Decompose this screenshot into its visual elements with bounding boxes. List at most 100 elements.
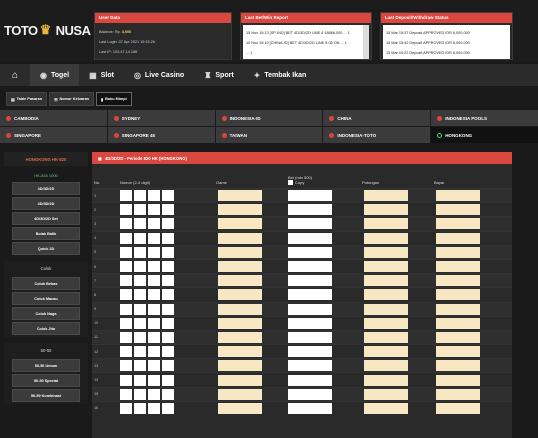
digit-input[interactable] <box>134 402 146 414</box>
digit-input[interactable] <box>162 402 174 414</box>
digit-input[interactable] <box>148 275 160 287</box>
game-button[interactable]: 50-50 Special <box>12 374 80 387</box>
digit-input[interactable] <box>162 388 174 400</box>
digit-input[interactable] <box>134 218 146 230</box>
nav-item-sport[interactable]: ♜ Sport <box>194 64 243 86</box>
digit-input[interactable] <box>120 204 132 216</box>
digit-input[interactable] <box>120 388 132 400</box>
digit-input[interactable] <box>148 303 160 315</box>
digit-input[interactable] <box>134 331 146 343</box>
digit-input[interactable] <box>148 218 160 230</box>
market-tab[interactable]: HONGKONG <box>431 127 538 143</box>
digit-input[interactable] <box>120 246 132 258</box>
game-button[interactable]: 50-50 Umum <box>12 359 80 372</box>
bet-input[interactable] <box>288 402 332 414</box>
digit-input[interactable] <box>120 374 132 386</box>
digit-input[interactable] <box>134 289 146 301</box>
digit-input[interactable] <box>148 346 160 358</box>
digit-input[interactable] <box>120 360 132 372</box>
bet-input[interactable] <box>288 204 332 216</box>
tab-table-pasaran[interactable]: ▤ Table Pasaran <box>6 92 48 106</box>
copy-toggle[interactable]: Copy <box>286 180 360 185</box>
digit-input[interactable] <box>162 275 174 287</box>
digit-input[interactable] <box>148 246 160 258</box>
market-tab[interactable]: TAIWAN <box>215 127 323 143</box>
digit-input[interactable] <box>162 303 174 315</box>
nav-item-togel[interactable]: ◉ Togel <box>30 64 80 86</box>
digit-input[interactable] <box>120 346 132 358</box>
digit-input[interactable] <box>120 275 132 287</box>
digit-input[interactable] <box>134 190 146 202</box>
game-button[interactable]: Colok Jitu <box>12 322 80 335</box>
digit-input[interactable] <box>120 261 132 273</box>
bet-input[interactable] <box>288 360 332 372</box>
bet-input[interactable] <box>288 275 332 287</box>
game-button[interactable]: Quick 2D <box>12 242 80 255</box>
bet-input[interactable] <box>288 346 332 358</box>
nav-item-tembak-ikan[interactable]: ✦ Tembak Ikan <box>244 64 317 86</box>
digit-input[interactable] <box>148 331 160 343</box>
digit-input[interactable] <box>120 317 132 329</box>
digit-input[interactable] <box>134 246 146 258</box>
digit-input[interactable] <box>162 232 174 244</box>
digit-input[interactable] <box>148 402 160 414</box>
bet-input[interactable] <box>288 289 332 301</box>
digit-input[interactable] <box>120 402 132 414</box>
digit-input[interactable] <box>148 360 160 372</box>
market-tab[interactable]: SYDNEY <box>107 110 215 126</box>
digit-input[interactable] <box>162 317 174 329</box>
game-button[interactable]: Bolak Balik <box>12 227 80 240</box>
digit-input[interactable] <box>120 303 132 315</box>
digit-input[interactable] <box>120 218 132 230</box>
bet-input[interactable] <box>288 261 332 273</box>
game-button[interactable]: Colok Macau <box>12 292 80 305</box>
digit-input[interactable] <box>148 374 160 386</box>
home-icon[interactable]: ⌂ <box>0 70 30 81</box>
nav-item-live-casino[interactable]: ◎ Live Casino <box>124 64 194 86</box>
market-tab[interactable]: INDONESIA-TOTO <box>323 127 431 143</box>
digit-input[interactable] <box>162 289 174 301</box>
tab-nomor-keluaran[interactable]: ☰ Nomor Keluaran <box>49 92 95 106</box>
digit-input[interactable] <box>162 246 174 258</box>
digit-input[interactable] <box>162 374 174 386</box>
bet-input[interactable] <box>288 303 332 315</box>
market-tab[interactable]: INDONESIA-ID <box>215 110 323 126</box>
digit-input[interactable] <box>148 388 160 400</box>
digit-input[interactable] <box>134 275 146 287</box>
digit-input[interactable] <box>162 261 174 273</box>
market-tab[interactable]: INDONESIA POOLS <box>431 110 538 126</box>
digit-input[interactable] <box>134 261 146 273</box>
bet-input[interactable] <box>288 190 332 202</box>
bet-input[interactable] <box>288 246 332 258</box>
digit-input[interactable] <box>148 261 160 273</box>
digit-input[interactable] <box>162 346 174 358</box>
bet-input[interactable] <box>288 374 332 386</box>
digit-input[interactable] <box>134 303 146 315</box>
digit-input[interactable] <box>162 360 174 372</box>
market-tab[interactable]: SINGAPORE 45 <box>107 127 215 143</box>
bet-input[interactable] <box>288 388 332 400</box>
digit-input[interactable] <box>134 346 146 358</box>
bet-input[interactable] <box>288 218 332 230</box>
bet-input[interactable] <box>288 232 332 244</box>
digit-input[interactable] <box>134 388 146 400</box>
digit-input[interactable] <box>134 374 146 386</box>
digit-input[interactable] <box>120 190 132 202</box>
digit-input[interactable] <box>162 331 174 343</box>
game-button[interactable]: 50-50 Kombinasi <box>12 389 80 402</box>
digit-input[interactable] <box>148 317 160 329</box>
game-button[interactable]: Colok Bebas <box>12 277 80 290</box>
digit-input[interactable] <box>148 289 160 301</box>
game-button[interactable]: 4D/3D/2D Set <box>12 212 80 225</box>
tab-buku-mimpi[interactable]: ▮ Buku Mimpi <box>96 92 132 106</box>
game-button[interactable]: 4D/3D/2D <box>12 197 80 210</box>
digit-input[interactable] <box>120 289 132 301</box>
report-scrollbar[interactable] <box>363 25 369 59</box>
digit-input[interactable] <box>134 232 146 244</box>
digit-input[interactable] <box>134 360 146 372</box>
digit-input[interactable] <box>148 204 160 216</box>
digit-input[interactable] <box>148 190 160 202</box>
digit-input[interactable] <box>120 331 132 343</box>
nav-item-slot[interactable]: ▦ Slot <box>79 64 124 86</box>
market-tab[interactable]: CAMBODIA <box>0 110 107 126</box>
